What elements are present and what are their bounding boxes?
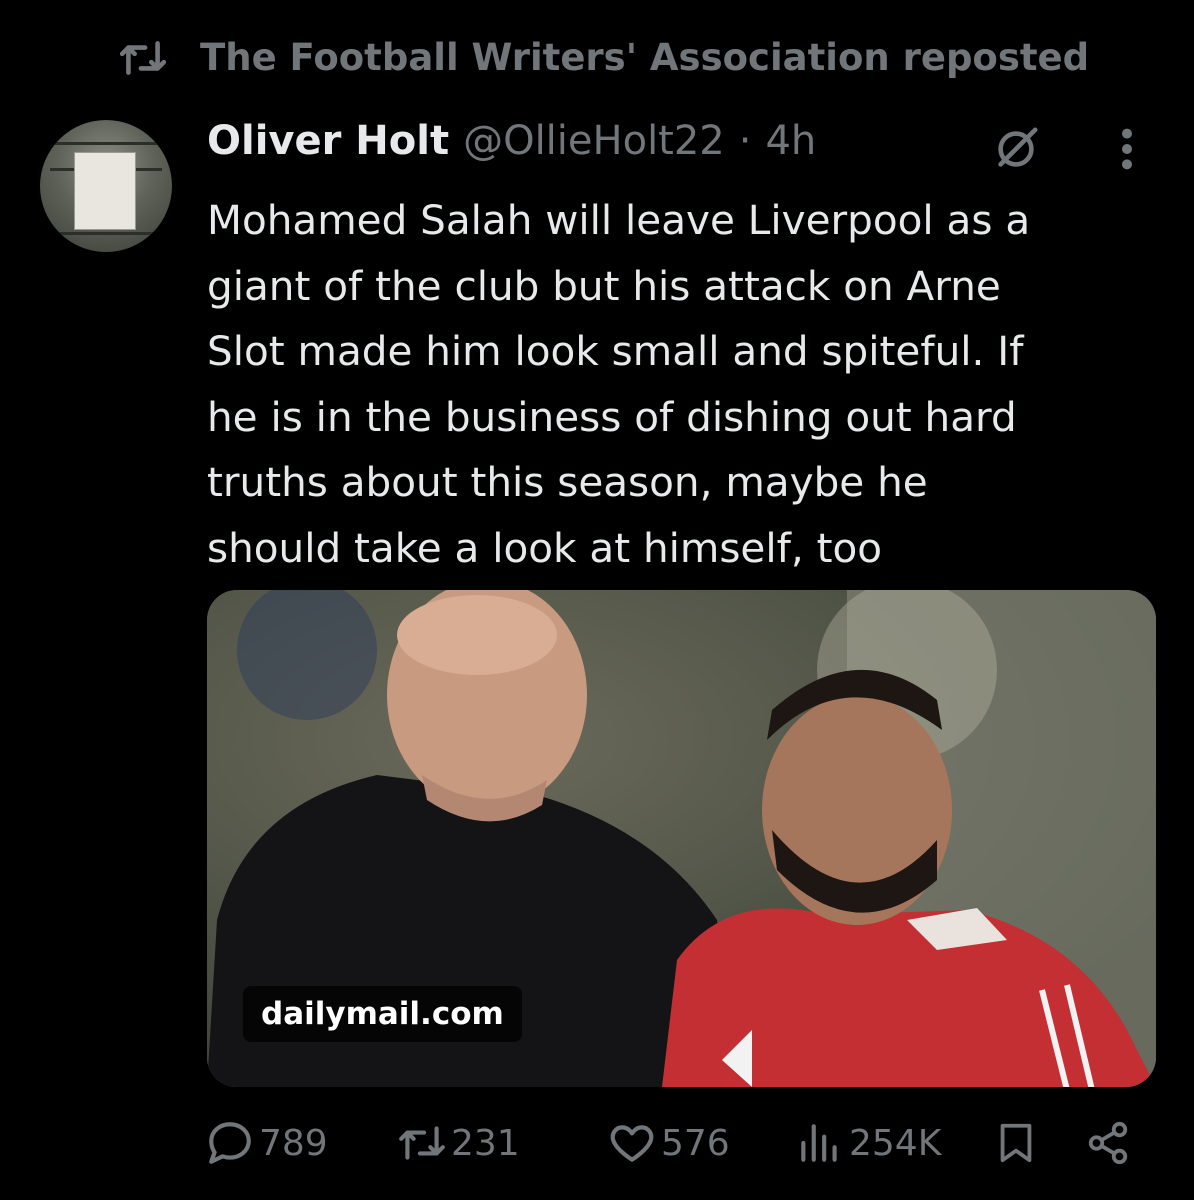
repost-count: 231 (451, 1122, 520, 1164)
author-handle[interactable]: @OllieHolt22 (463, 118, 725, 164)
repost-icon (399, 1126, 445, 1160)
share-button[interactable] (1085, 1118, 1131, 1168)
link-domain-badge: dailymail.com (243, 986, 522, 1042)
views-button[interactable]: 254K (795, 1118, 941, 1168)
more-options-icon[interactable] (1110, 124, 1144, 174)
repost-button[interactable]: 231 (397, 1118, 520, 1168)
like-button[interactable]: 576 (607, 1118, 730, 1168)
bookmark-icon (1000, 1123, 1032, 1163)
action-bar: 789 231 576 254K (205, 1118, 1145, 1178)
like-count: 576 (661, 1122, 730, 1164)
header-separator: · (738, 118, 752, 164)
share-icon (1088, 1121, 1128, 1165)
views-chart-icon (801, 1124, 837, 1162)
tweet-header: Oliver Holt @OllieHolt22 · 4h (207, 118, 816, 164)
bookmark-button[interactable] (993, 1118, 1039, 1168)
author-name[interactable]: Oliver Holt (207, 118, 449, 164)
grok-icon[interactable] (990, 124, 1042, 174)
avatar[interactable] (40, 120, 172, 252)
repost-icon (119, 40, 167, 75)
repost-banner-text: The Football Writers' Association repost… (200, 36, 1090, 79)
reply-button[interactable]: 789 (205, 1118, 328, 1168)
link-card-image[interactable]: dailymail.com (207, 590, 1156, 1087)
heart-icon (610, 1125, 654, 1162)
view-count: 254K (849, 1122, 942, 1164)
repost-banner[interactable]: The Football Writers' Association repost… (118, 36, 1089, 79)
avatar-sign (74, 152, 136, 230)
reply-count: 789 (259, 1122, 328, 1164)
post-time[interactable]: 4h (765, 118, 816, 164)
reply-icon (209, 1122, 251, 1164)
tweet-text: Mohamed Salah will leave Liverpool as a … (207, 196, 1031, 572)
